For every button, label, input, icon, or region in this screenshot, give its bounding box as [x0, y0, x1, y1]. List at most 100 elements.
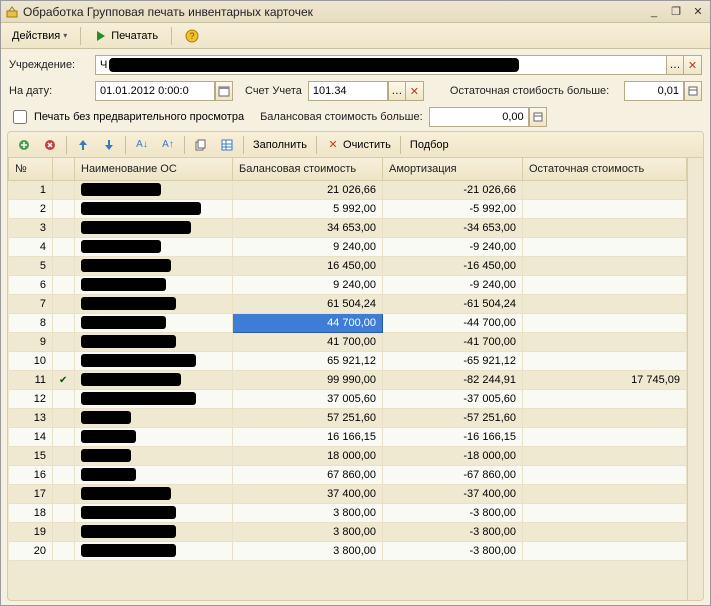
- move-down-button[interactable]: [97, 135, 121, 155]
- cell-name[interactable]: [75, 427, 233, 446]
- table-row[interactable]: 25 992,00-5 992,00: [9, 199, 687, 218]
- cell-check[interactable]: [53, 427, 75, 446]
- clear-grid-button[interactable]: ✕ Очистить: [321, 135, 396, 155]
- cell-check[interactable]: [53, 351, 75, 370]
- cell-num[interactable]: 20: [9, 541, 53, 560]
- cell-name[interactable]: [75, 256, 233, 275]
- calendar-button[interactable]: [215, 81, 233, 101]
- table-row[interactable]: 941 700,00-41 700,00: [9, 332, 687, 351]
- cell-balance[interactable]: 41 700,00: [233, 332, 383, 351]
- preview-checkbox[interactable]: [13, 110, 27, 124]
- ost-input[interactable]: [624, 81, 684, 101]
- cell-check[interactable]: [53, 408, 75, 427]
- cell-balance[interactable]: 16 166,15: [233, 427, 383, 446]
- cell-check[interactable]: [53, 256, 75, 275]
- cell-residual[interactable]: [523, 237, 687, 256]
- bal-input[interactable]: [429, 107, 529, 127]
- cell-check[interactable]: [53, 332, 75, 351]
- cell-balance[interactable]: 3 800,00: [233, 503, 383, 522]
- table-row[interactable]: 11✔99 990,00-82 244,9117 745,09: [9, 370, 687, 389]
- table-row[interactable]: 1416 166,15-16 166,15: [9, 427, 687, 446]
- col-amort[interactable]: Амортизация: [383, 158, 523, 180]
- cell-residual[interactable]: 17 745,09: [523, 370, 687, 389]
- cell-check[interactable]: [53, 541, 75, 560]
- cell-name[interactable]: [75, 275, 233, 294]
- table-row[interactable]: 49 240,00-9 240,00: [9, 237, 687, 256]
- col-bal[interactable]: Балансовая стоимость: [233, 158, 383, 180]
- cell-amort[interactable]: -3 800,00: [383, 503, 523, 522]
- cell-num[interactable]: 9: [9, 332, 53, 351]
- table-row[interactable]: 203 800,00-3 800,00: [9, 541, 687, 560]
- sort-desc-button[interactable]: A↑: [156, 135, 180, 155]
- cell-name[interactable]: [75, 180, 233, 199]
- cell-balance[interactable]: 16 450,00: [233, 256, 383, 275]
- table-row[interactable]: 761 504,24-61 504,24: [9, 294, 687, 313]
- cell-check[interactable]: [53, 446, 75, 465]
- cell-amort[interactable]: -65 921,12: [383, 351, 523, 370]
- cell-balance[interactable]: 34 653,00: [233, 218, 383, 237]
- cell-residual[interactable]: [523, 199, 687, 218]
- schet-input[interactable]: [308, 81, 388, 101]
- table-row[interactable]: 69 240,00-9 240,00: [9, 275, 687, 294]
- cell-residual[interactable]: [523, 294, 687, 313]
- cell-balance[interactable]: 3 800,00: [233, 522, 383, 541]
- cell-amort[interactable]: -21 026,66: [383, 180, 523, 199]
- cell-name[interactable]: [75, 218, 233, 237]
- minimize-button[interactable]: _: [646, 5, 662, 19]
- cell-balance[interactable]: 21 026,66: [233, 180, 383, 199]
- vertical-scrollbar[interactable]: [687, 158, 703, 600]
- cell-residual[interactable]: [523, 180, 687, 199]
- cell-amort[interactable]: -44 700,00: [383, 313, 523, 332]
- cell-num[interactable]: 3: [9, 218, 53, 237]
- cell-check[interactable]: [53, 294, 75, 313]
- cell-amort[interactable]: -16 450,00: [383, 256, 523, 275]
- data-grid[interactable]: № Наименование ОС Балансовая стоимость А…: [8, 158, 687, 561]
- cell-residual[interactable]: [523, 332, 687, 351]
- cell-amort[interactable]: -18 000,00: [383, 446, 523, 465]
- restore-button[interactable]: ❐: [668, 5, 684, 19]
- cell-num[interactable]: 14: [9, 427, 53, 446]
- cell-num[interactable]: 7: [9, 294, 53, 313]
- cell-check[interactable]: [53, 503, 75, 522]
- ellipsis-button[interactable]: …: [666, 55, 684, 75]
- cell-balance[interactable]: 65 921,12: [233, 351, 383, 370]
- cell-residual[interactable]: [523, 446, 687, 465]
- cell-name[interactable]: [75, 503, 233, 522]
- cell-residual[interactable]: [523, 256, 687, 275]
- preview-checkbox-wrap[interactable]: Печать без предварительного просмотра: [9, 107, 244, 127]
- cell-check[interactable]: [53, 465, 75, 484]
- cell-residual[interactable]: [523, 408, 687, 427]
- cell-name[interactable]: [75, 237, 233, 256]
- table-row[interactable]: 1737 400,00-37 400,00: [9, 484, 687, 503]
- cell-num[interactable]: 17: [9, 484, 53, 503]
- cell-balance[interactable]: 44 700,00: [233, 313, 383, 332]
- cell-amort[interactable]: -34 653,00: [383, 218, 523, 237]
- cell-residual[interactable]: [523, 351, 687, 370]
- cell-num[interactable]: 15: [9, 446, 53, 465]
- cell-check[interactable]: ✔: [53, 370, 75, 389]
- bal-calc-button[interactable]: [529, 107, 547, 127]
- cell-check[interactable]: [53, 522, 75, 541]
- cell-num[interactable]: 13: [9, 408, 53, 427]
- cell-balance[interactable]: 9 240,00: [233, 237, 383, 256]
- cell-name[interactable]: [75, 484, 233, 503]
- cell-amort[interactable]: -9 240,00: [383, 275, 523, 294]
- schet-clear-button[interactable]: ✕: [406, 81, 424, 101]
- clear-button[interactable]: ✕: [684, 55, 702, 75]
- fill-button[interactable]: Заполнить: [248, 136, 312, 154]
- cell-residual[interactable]: [523, 484, 687, 503]
- cell-check[interactable]: [53, 275, 75, 294]
- cell-num[interactable]: 2: [9, 199, 53, 218]
- table-row[interactable]: 1667 860,00-67 860,00: [9, 465, 687, 484]
- cell-check[interactable]: [53, 389, 75, 408]
- cell-residual[interactable]: [523, 218, 687, 237]
- cell-num[interactable]: 11: [9, 370, 53, 389]
- cell-balance[interactable]: 5 992,00: [233, 199, 383, 218]
- cell-check[interactable]: [53, 484, 75, 503]
- table-row[interactable]: 3 34 653,00-34 653,00: [9, 218, 687, 237]
- actions-menu[interactable]: Действия ▾: [5, 27, 74, 45]
- cell-num[interactable]: 4: [9, 237, 53, 256]
- table-row[interactable]: 1065 921,12-65 921,12: [9, 351, 687, 370]
- delete-row-button[interactable]: [38, 135, 62, 155]
- cell-amort[interactable]: -37 005,60: [383, 389, 523, 408]
